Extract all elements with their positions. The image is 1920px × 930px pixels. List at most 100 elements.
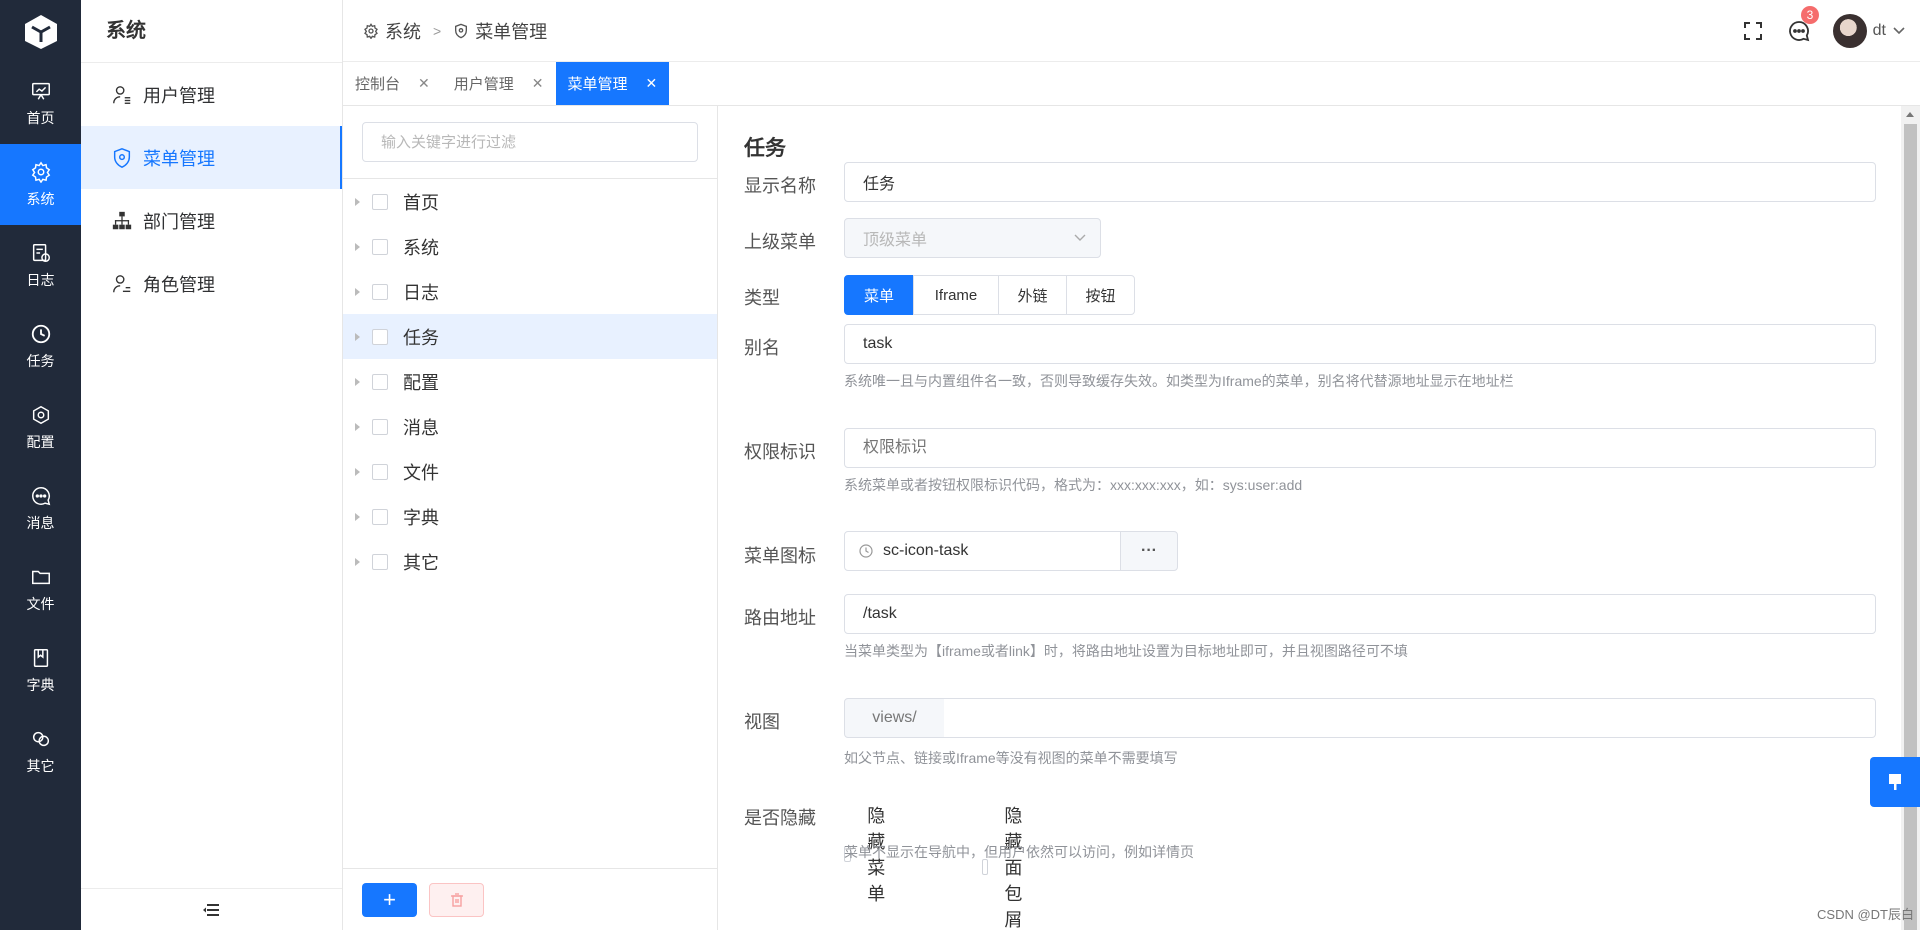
tree-filter-input[interactable] [362, 122, 698, 162]
tree-node-checkbox[interactable] [372, 283, 388, 300]
nav-item-config[interactable]: 配置 [0, 387, 81, 468]
presentation-icon [31, 82, 50, 100]
parent-menu-select[interactable]: 顶级菜单 [844, 218, 1101, 258]
theme-settings-button[interactable] [1870, 757, 1920, 807]
tab-menus[interactable]: 菜单管理 ✕ [555, 62, 670, 105]
form-title: 任务 [744, 137, 786, 160]
nav-item-log[interactable]: 日志 [0, 225, 81, 306]
hide-breadcrumb-checkbox[interactable]: 隐藏面包屑 [982, 802, 1032, 930]
tree-node[interactable]: 配置 [343, 359, 717, 404]
tree-node[interactable]: 系统 [343, 224, 717, 269]
tab-dashboard[interactable]: 控制台 ✕ [343, 62, 442, 105]
parent-menu-placeholder: 顶级菜单 [863, 232, 928, 249]
menu-tree-panel: 首页 系统 日志 任务 配置 消息 文件 字典 其它 + [343, 106, 718, 930]
top-header: 系统 > 菜单管理 3 dt [343, 0, 1920, 62]
caret-right-icon[interactable] [355, 467, 360, 476]
nav-item-label: 首页 [26, 109, 55, 126]
nav-item-file[interactable]: 文件 [0, 549, 81, 630]
tree-node[interactable]: 首页 [343, 179, 717, 224]
nav-item-label: 系统 [26, 190, 55, 207]
username[interactable]: dt [1873, 22, 1886, 40]
caret-right-icon[interactable] [355, 332, 360, 341]
view-prefix: views/ [844, 698, 945, 738]
nav-item-task[interactable]: 任务 [0, 306, 81, 387]
chevron-down-icon [1074, 234, 1086, 241]
type-option-link[interactable]: 外链 [998, 275, 1067, 315]
breadcrumb-root[interactable]: 系统 [385, 18, 421, 44]
shield-icon [455, 23, 468, 38]
caret-right-icon[interactable] [355, 422, 360, 431]
tree-node-checkbox[interactable] [372, 463, 388, 480]
sidebar-item-roles[interactable]: 角色管理 [81, 252, 342, 315]
sidebar-item-menus[interactable]: 菜单管理 [81, 126, 342, 189]
icon-input[interactable]: sc-icon-task [844, 531, 1121, 571]
tree-node[interactable]: 消息 [343, 404, 717, 449]
messages-button[interactable]: 3 [1787, 6, 1820, 43]
sidebar-item-users[interactable]: 用户管理 [81, 63, 342, 126]
caret-right-icon[interactable] [355, 377, 360, 386]
tab-users[interactable]: 用户管理 ✕ [442, 62, 556, 105]
view-input[interactable] [944, 698, 1876, 738]
tree-node[interactable]: 文件 [343, 449, 717, 494]
chevron-down-icon[interactable] [1892, 26, 1906, 36]
scrollbar-thumb[interactable] [1904, 124, 1917, 930]
hidden-hint: 菜单不显示在导航中，但用户依然可以访问，例如详情页 [844, 844, 1194, 860]
permission-input[interactable] [844, 428, 1876, 468]
type-option-menu[interactable]: 菜单 [844, 275, 914, 315]
type-option-iframe[interactable]: Iframe [913, 275, 999, 315]
tree-node-checkbox[interactable] [372, 373, 388, 390]
tree-node-checkbox[interactable] [372, 193, 388, 210]
icon-picker-button[interactable]: ··· [1120, 531, 1178, 571]
display-name-input[interactable]: 任务 [844, 162, 1876, 202]
caret-right-icon[interactable] [355, 287, 360, 296]
tree-node[interactable]: 字典 [343, 494, 717, 539]
plus-icon: + [383, 886, 396, 912]
tree-node-checkbox[interactable] [372, 328, 388, 345]
delete-menu-button[interactable] [429, 882, 484, 917]
tree-node-checkbox[interactable] [372, 238, 388, 255]
collapse-toggle[interactable] [81, 888, 342, 930]
nav-item-system[interactable]: 系统 [0, 144, 81, 225]
submenu: 系统 用户管理 菜单管理 部门管理 角色管理 [81, 0, 343, 930]
tree-node-checkbox[interactable] [372, 418, 388, 435]
route-label: 路由地址 [744, 608, 816, 628]
collapse-menu-icon [202, 903, 219, 916]
menu-form-panel: 任务 显示名称 任务 上级菜单 顶级菜单 类型 菜单 Iframe 外链 按钮 … [719, 106, 1901, 930]
tree-node[interactable]: 日志 [343, 269, 717, 314]
folder-icon [31, 570, 50, 584]
type-option-button[interactable]: 按钮 [1066, 275, 1135, 315]
tree-node[interactable]: 其它 [343, 539, 717, 584]
add-menu-button[interactable]: + [362, 882, 417, 917]
tree-node-label: 字典 [403, 507, 439, 528]
app-logo[interactable] [0, 0, 81, 63]
caret-right-icon[interactable] [355, 197, 360, 206]
caret-right-icon[interactable] [355, 242, 360, 251]
sidebar-item-label: 部门管理 [143, 211, 215, 232]
tree-node-label: 文件 [403, 462, 439, 483]
avatar[interactable] [1832, 14, 1867, 48]
tree-node-checkbox[interactable] [372, 553, 388, 570]
link-icon [32, 731, 49, 746]
close-icon[interactable]: ✕ [646, 75, 658, 92]
tree-node-selected[interactable]: 任务 [343, 314, 717, 359]
nav-item-message[interactable]: 消息 [0, 468, 81, 549]
tree-node-checkbox[interactable] [372, 508, 388, 525]
fullscreen-button[interactable] [1741, 19, 1765, 43]
alias-input[interactable]: task [844, 324, 1876, 364]
parent-menu-label: 上级菜单 [744, 232, 816, 252]
scroll-up-icon[interactable] [1906, 112, 1914, 117]
breadcrumb-current: 菜单管理 [475, 21, 548, 42]
route-input[interactable]: /task [844, 594, 1876, 634]
caret-right-icon[interactable] [355, 512, 360, 521]
close-icon[interactable]: ✕ [418, 75, 430, 92]
cube-logo-icon [24, 14, 57, 49]
tree-node-label: 其它 [403, 552, 439, 573]
hide-breadcrumb-label: 隐藏面包屑 [1004, 806, 1023, 930]
sidebar-item-departments[interactable]: 部门管理 [81, 189, 342, 252]
breadcrumb-separator: > [433, 22, 442, 39]
nav-item-other[interactable]: 其它 [0, 711, 81, 792]
caret-right-icon[interactable] [355, 557, 360, 566]
nav-item-home[interactable]: 首页 [0, 63, 81, 144]
nav-item-dict[interactable]: 字典 [0, 630, 81, 711]
close-icon[interactable]: ✕ [532, 75, 544, 92]
